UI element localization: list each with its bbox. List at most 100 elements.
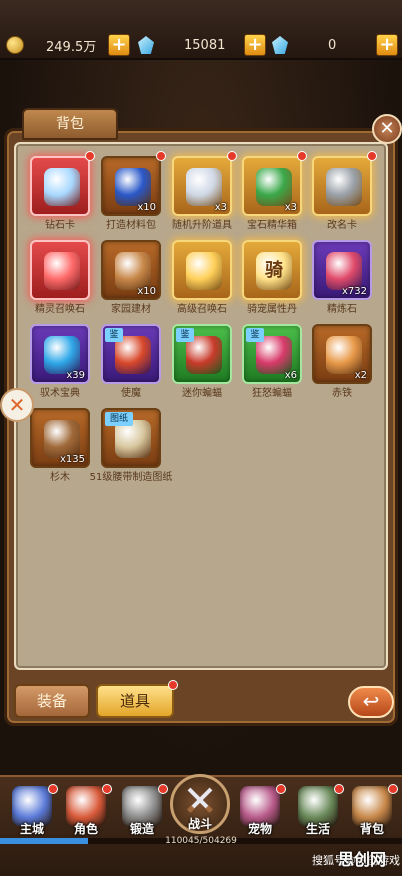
log-icon bbox=[44, 420, 80, 458]
item-name: 51级腰带制造图纸 bbox=[89, 472, 173, 483]
new-item-dot bbox=[227, 151, 237, 161]
item-frame: x3 bbox=[172, 156, 232, 216]
nav-notification-dot bbox=[48, 784, 58, 794]
tab-items[interactable]: 道具 bbox=[96, 684, 174, 718]
material-bag-icon bbox=[115, 168, 151, 206]
item-frame: x3 bbox=[242, 156, 302, 216]
bound-diamond-amount: 0 bbox=[328, 37, 337, 53]
item-count: x3 bbox=[214, 202, 227, 213]
gold-summon-stone-icon bbox=[186, 252, 222, 290]
tab-equipment[interactable]: 装备 bbox=[14, 684, 90, 718]
inventory-slot[interactable]: 鉴迷你蝙蝠 bbox=[172, 324, 232, 399]
item-frame: x2 bbox=[312, 324, 372, 384]
watermark-logo: 思创网 bbox=[338, 850, 387, 869]
item-count: x10 bbox=[137, 286, 156, 297]
diamond-card-icon bbox=[44, 168, 80, 206]
nav-notification-dot bbox=[158, 784, 168, 794]
appraise-badge: 鉴 bbox=[105, 328, 123, 342]
inventory-slot[interactable]: 精灵召唤石 bbox=[30, 240, 90, 315]
diamond-amount: 15081 bbox=[184, 37, 226, 53]
gold-coin-icon bbox=[6, 36, 24, 54]
inventory-slot[interactable]: x2 赤铁 bbox=[312, 324, 372, 399]
summon-stone-icon bbox=[44, 252, 80, 290]
inventory-slot[interactable]: 改名卡 bbox=[312, 151, 377, 231]
mount-pill-icon: 骑 bbox=[256, 252, 292, 290]
item-frame: x10 bbox=[101, 156, 161, 216]
bound-diamond-icon bbox=[272, 36, 288, 54]
nav-label: 背包 bbox=[359, 822, 384, 836]
add-gold-button[interactable]: + bbox=[108, 34, 130, 56]
item-frame: 图纸 bbox=[101, 408, 161, 468]
item-count: x10 bbox=[137, 202, 156, 213]
rename-card-icon bbox=[326, 168, 362, 206]
new-item-dot bbox=[297, 151, 307, 161]
new-item-dot bbox=[156, 151, 166, 161]
resource-bar: 249.5万 + 15081 + 0 + bbox=[0, 0, 402, 60]
new-item-dot bbox=[85, 151, 95, 161]
inventory-slot[interactable]: x135 杉木 bbox=[30, 408, 90, 483]
gold-resource: 249.5万 bbox=[6, 34, 96, 56]
nav-notification-dot bbox=[102, 784, 112, 794]
item-frame bbox=[312, 156, 372, 216]
nav-label: 宠物 bbox=[247, 822, 272, 836]
inventory-slot[interactable]: 鉴 x6 狂怒蝙蝠 bbox=[242, 324, 302, 399]
nav-label: 角色 bbox=[73, 822, 98, 836]
item-count: x135 bbox=[59, 454, 85, 465]
item-name: 精炼石 bbox=[327, 304, 357, 315]
inventory-slot[interactable]: 鉴使魔 bbox=[101, 324, 161, 399]
timber-icon bbox=[115, 252, 151, 290]
inventory-slot[interactable]: x3 随机升阶道具 bbox=[172, 151, 237, 231]
refine-stone-icon bbox=[326, 252, 362, 290]
item-name: 赤铁 bbox=[332, 388, 352, 399]
item-frame bbox=[172, 240, 232, 300]
inventory-slot[interactable]: x10 家园建材 bbox=[101, 240, 161, 315]
battle-button[interactable]: 战斗 bbox=[170, 774, 230, 834]
item-name: 改名卡 bbox=[327, 220, 357, 231]
nav-label: 主城 bbox=[19, 822, 44, 836]
item-frame: 鉴 bbox=[101, 324, 161, 384]
crossed-swords-icon bbox=[187, 787, 213, 813]
item-count: x6 bbox=[284, 370, 297, 381]
nav-label: 锻造 bbox=[129, 822, 154, 836]
appraise-badge: 鉴 bbox=[176, 328, 194, 342]
nav-notification-dot bbox=[388, 784, 398, 794]
experience-text: 110045/504269 bbox=[165, 836, 237, 846]
bag-title: 背包 bbox=[22, 108, 118, 140]
item-count: x3 bbox=[284, 202, 297, 213]
battle-label: 战斗 bbox=[187, 817, 212, 831]
item-frame: 鉴 bbox=[172, 324, 232, 384]
close-button[interactable]: ✕ bbox=[372, 114, 402, 144]
inventory-slot[interactable]: x732 精炼石 bbox=[312, 240, 372, 315]
item-frame: 鉴 x6 bbox=[242, 324, 302, 384]
inventory-slot[interactable]: x3 宝石精华箱 bbox=[242, 151, 307, 231]
diamond-icon bbox=[138, 36, 154, 54]
item-frame: x39 bbox=[30, 324, 90, 384]
add-diamond-button[interactable]: + bbox=[244, 34, 266, 56]
green-chest-icon bbox=[256, 168, 292, 206]
nav-label: 生活 bbox=[305, 822, 330, 836]
add-bound-diamond-button[interactable]: + bbox=[376, 34, 398, 56]
item-frame: x10 bbox=[101, 240, 161, 300]
item-count: x732 bbox=[341, 286, 367, 297]
inventory-slot[interactable]: x10 打造材料包 bbox=[101, 151, 166, 231]
diamond-resource: 15081 bbox=[138, 34, 225, 56]
item-count: x2 bbox=[354, 370, 367, 381]
inventory-slot[interactable]: 高级召唤石 bbox=[172, 240, 232, 315]
red-iron-icon bbox=[326, 336, 362, 374]
gold-amount: 249.5万 bbox=[46, 39, 97, 55]
item-count: x39 bbox=[66, 370, 85, 381]
nav-notification-dot bbox=[276, 784, 286, 794]
new-item-dot bbox=[367, 151, 377, 161]
inventory-slot[interactable]: 钻石卡 bbox=[30, 151, 95, 231]
side-close-icon[interactable]: ✕ bbox=[0, 388, 34, 422]
inventory-slot[interactable]: x39 驭术宝典 bbox=[30, 324, 90, 399]
book-icon bbox=[44, 336, 80, 374]
appraise-badge: 鉴 bbox=[246, 328, 264, 342]
inventory-slot[interactable]: 图纸 51级腰带制造图纸 bbox=[90, 408, 172, 483]
inventory-slot[interactable]: 骑骑宠属性丹 bbox=[242, 240, 302, 315]
nav-notification-dot bbox=[334, 784, 344, 794]
item-frame: x732 bbox=[312, 240, 372, 300]
bound-diamond-resource: 0 bbox=[272, 34, 336, 56]
tab-items-notification-dot bbox=[168, 680, 178, 690]
back-button[interactable]: ↩ bbox=[348, 686, 394, 718]
